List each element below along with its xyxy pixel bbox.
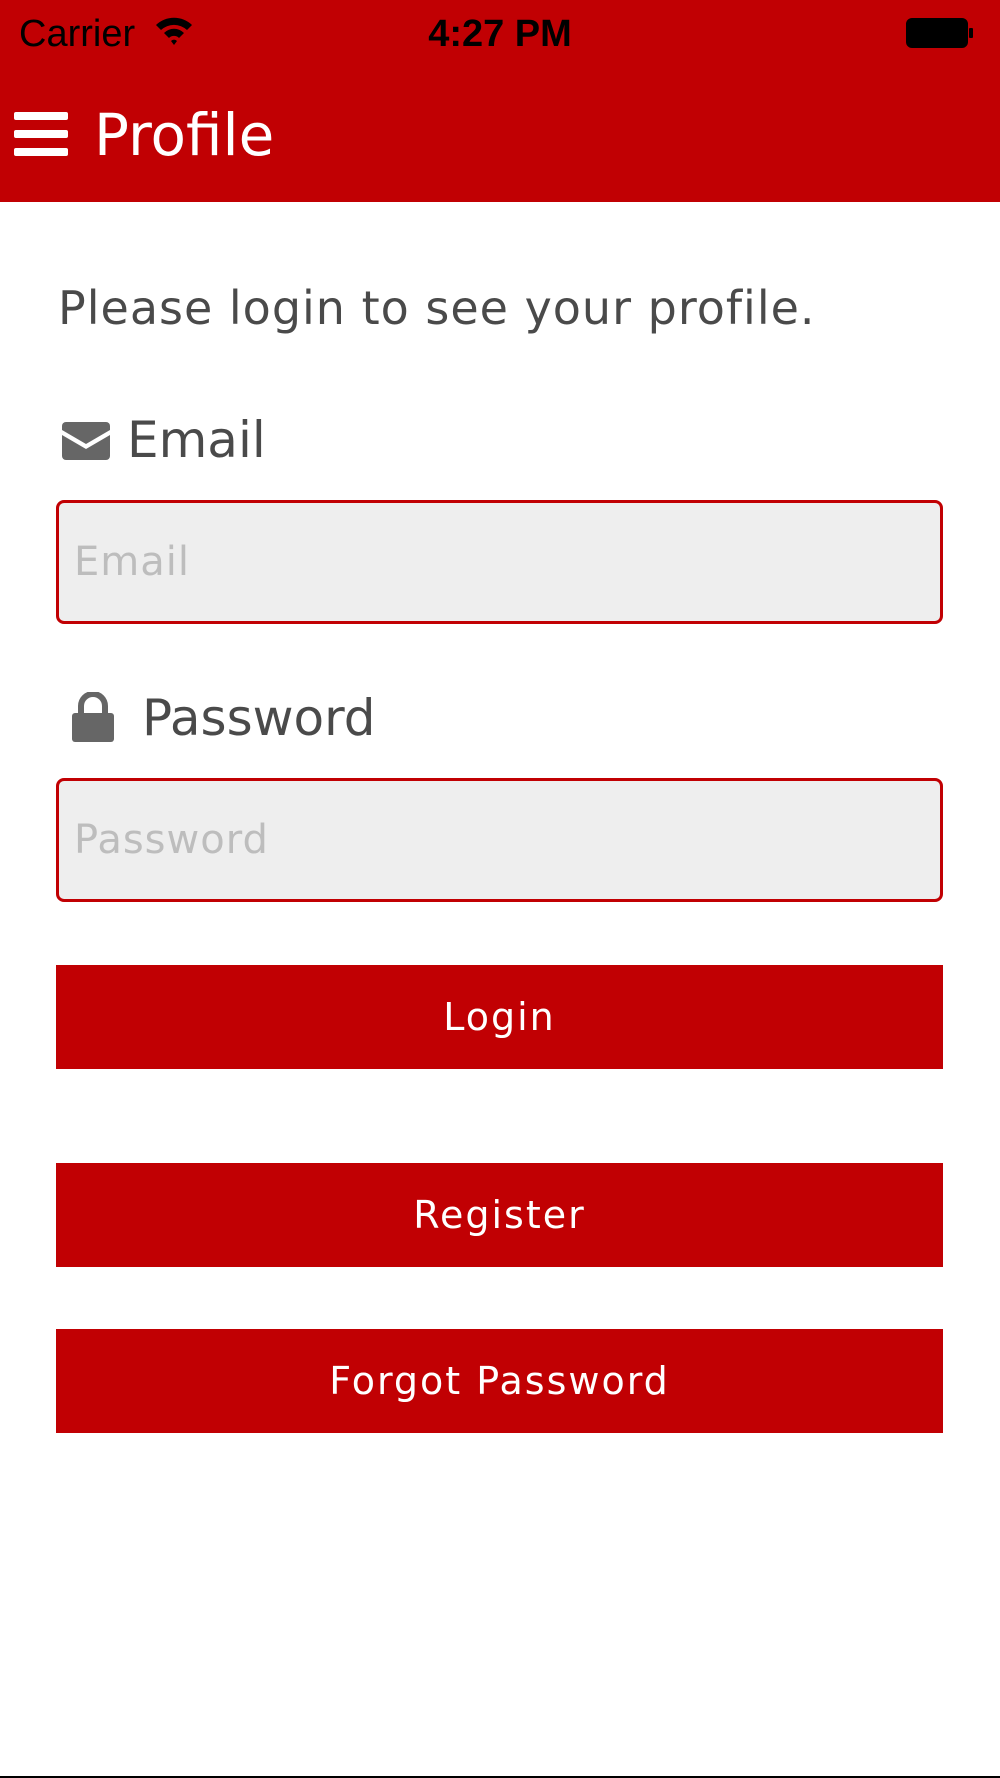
envelope-icon [62, 422, 110, 460]
email-field[interactable] [56, 500, 943, 624]
page-title: Profile [94, 101, 275, 169]
password-label: Password [142, 689, 376, 747]
login-prompt: Please login to see your profile. [58, 281, 816, 335]
password-field[interactable] [56, 778, 943, 902]
email-label: Email [127, 411, 266, 469]
lock-icon [72, 692, 114, 742]
login-button[interactable]: Login [56, 965, 943, 1069]
hamburger-menu-icon[interactable] [14, 110, 70, 160]
menu-bar [14, 112, 68, 120]
battery-icon [906, 18, 973, 48]
menu-bar [14, 148, 68, 156]
app-header: Carrier 4:27 PM Profile [0, 0, 1000, 202]
status-bar: Carrier 4:27 PM [0, 0, 1000, 68]
register-button[interactable]: Register [56, 1163, 943, 1267]
menu-bar [14, 130, 68, 138]
forgot-password-button[interactable]: Forgot Password [56, 1329, 943, 1433]
status-time: 4:27 PM [428, 13, 572, 55]
